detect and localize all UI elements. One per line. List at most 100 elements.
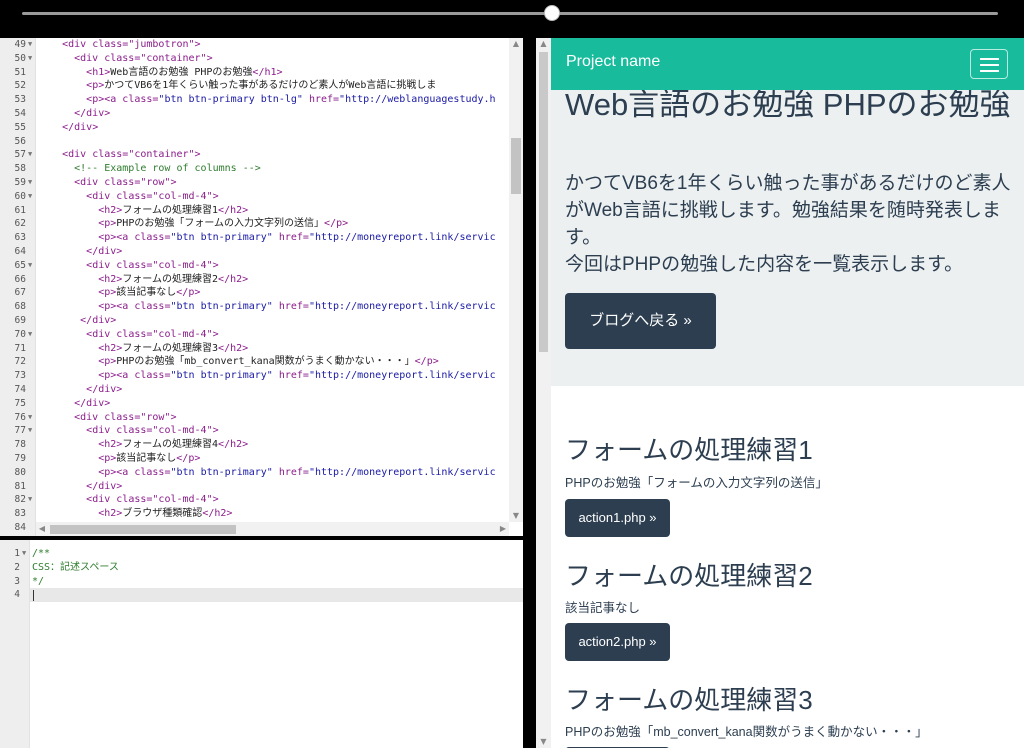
code-line[interactable]: 83 <h2>ブラウザ種類確認</h2> [0, 507, 510, 521]
code-line[interactable]: 4 [0, 588, 510, 602]
fold-arrow-icon[interactable]: ▼ [28, 259, 32, 273]
code-token: href= [272, 301, 309, 313]
fold-arrow-icon[interactable]: ▼ [22, 547, 26, 561]
code-text: <p>PHPのお勉強「mb_convert_kana関数がうまく動かない・・・」… [38, 355, 439, 369]
code-token: "btn btn-primary" [170, 301, 273, 313]
code-line[interactable]: 80 <p><a class="btn btn-primary" href="h… [0, 466, 510, 480]
code-token: <p> [86, 80, 105, 92]
code-line[interactable]: 55 </div> [0, 121, 510, 135]
scroll-down-icon[interactable]: ▼ [536, 736, 551, 748]
line-number: 58 [14, 163, 26, 175]
code-line[interactable]: 54 </div> [0, 107, 510, 121]
html-editor-horizontal-scrollbar[interactable]: ◀ ▶ [36, 522, 509, 536]
code-line[interactable]: 2 CSS：記述スペース [0, 561, 510, 575]
fold-arrow-icon[interactable]: ▼ [28, 328, 32, 342]
code-token: </p> [176, 287, 201, 299]
line-number: 61 [14, 204, 26, 216]
split-slider-track[interactable] [22, 12, 998, 15]
code-line[interactable]: 58 <!-- Example row of columns --> [0, 162, 510, 176]
code-line[interactable]: 49 ▼ <div class="jumbotron"> [0, 38, 510, 52]
line-number: 73 [14, 370, 26, 382]
fold-arrow-icon[interactable]: ▼ [28, 493, 32, 507]
scroll-thumb[interactable] [511, 138, 521, 194]
fold-arrow-icon[interactable]: ▼ [28, 176, 32, 190]
code-line[interactable]: 74 </div> [0, 383, 510, 397]
fold-arrow-icon[interactable]: ▼ [28, 38, 32, 52]
code-line[interactable]: 64 </div> [0, 245, 510, 259]
code-line[interactable]: 77 ▼ <div class="col-md-4"> [0, 424, 510, 438]
html-editor-vertical-scrollbar[interactable]: ▲ ▼ [509, 38, 523, 522]
code-line[interactable]: 63 <p><a class="btn btn-primary" href="h… [0, 231, 510, 245]
code-line[interactable]: 79 <p>該当記事なし</p> [0, 452, 510, 466]
scroll-up-icon[interactable]: ▲ [509, 38, 523, 50]
code-line[interactable]: 60 ▼ <div class="col-md-4"> [0, 190, 510, 204]
code-line[interactable]: 3 */ [0, 575, 510, 589]
split-slider-handle[interactable] [544, 5, 560, 21]
scroll-up-icon[interactable]: ▲ [536, 38, 551, 50]
fold-arrow-icon[interactable]: ▼ [28, 424, 32, 438]
code-line[interactable]: 78 <h2>フォームの処理練習4</h2> [0, 438, 510, 452]
fold-arrow-icon[interactable]: ▼ [28, 148, 32, 162]
code-line[interactable]: 75 </div> [0, 397, 510, 411]
scroll-right-icon[interactable]: ▶ [497, 522, 509, 536]
scroll-thumb[interactable] [50, 525, 236, 534]
code-line[interactable]: 50 ▼ <div class="container"> [0, 52, 510, 66]
css-editor[interactable]: 1 ▼ /** 2 CSS：記述スペース 3 */ 4 [0, 540, 523, 748]
code-line[interactable]: 70 ▼ <div class="col-md-4"> [0, 328, 510, 342]
fold-arrow-icon[interactable]: ▼ [28, 52, 32, 66]
line-number: 70 [14, 328, 26, 340]
hamburger-menu-button[interactable] [970, 49, 1008, 79]
code-text: <div class="row"> [38, 411, 176, 425]
code-line[interactable]: 66 <h2>フォームの処理練習2</h2> [0, 273, 510, 287]
code-line[interactable]: 57 ▼ <div class="container"> [0, 148, 510, 162]
line-number: 78 [14, 439, 26, 451]
code-line[interactable]: 51 <h1>Web言語のお勉強 PHPのお勉強</h1> [0, 66, 510, 80]
fold-arrow-icon[interactable]: ▼ [28, 190, 32, 204]
code-line[interactable]: 61 <h2>フォームの処理練習1</h2> [0, 204, 510, 218]
code-line[interactable]: 73 <p><a class="btn btn-primary" href="h… [0, 369, 510, 383]
code-text: <div class="col-md-4"> [38, 259, 218, 273]
line-number: 75 [14, 397, 26, 409]
action1-button[interactable]: action1.php » [565, 499, 670, 537]
jumbotron: Web言語のお勉強 PHPのお勉強 かつてVB6を1年くらい触った事があるだけの… [551, 87, 1024, 386]
line-number: 59 [14, 177, 26, 188]
code-text: <h1>Web言語のお勉強 PHPのお勉強</h1> [38, 66, 282, 80]
code-line[interactable]: 67 <p>該当記事なし</p> [0, 286, 510, 300]
code-line[interactable]: 56 [0, 135, 510, 149]
code-line[interactable]: 53 <p><a class="btn btn-primary btn-lg" … [0, 93, 510, 107]
code-token: <p><a class= [98, 301, 171, 313]
code-line[interactable]: 72 <p>PHPのお勉強「mb_convert_kana関数がうまく動かない・… [0, 355, 510, 369]
code-line[interactable]: 52 <p>かつてVB6を1年くらい触った事があるだけのど素人がWeb言語に挑戦… [0, 79, 510, 93]
scroll-thumb[interactable] [539, 52, 548, 352]
feature-heading: フォームの処理練習1 [565, 435, 813, 465]
code-line[interactable]: 1 ▼ /** [0, 547, 510, 561]
code-line[interactable]: 68 <p><a class="btn btn-primary" href="h… [0, 300, 510, 314]
action2-button[interactable]: action2.php » [565, 623, 670, 661]
back-to-blog-button[interactable]: ブログへ戻る » [565, 293, 716, 349]
code-line[interactable]: 76 ▼ <div class="row"> [0, 411, 510, 425]
code-line[interactable]: 71 <h2>フォームの処理練習3</h2> [0, 342, 510, 356]
code-token: <p> [98, 287, 117, 299]
scroll-left-icon[interactable]: ◀ [36, 522, 48, 536]
code-line[interactable]: 62 <p>PHPのお勉強「フォームの入力文字列の送信」</p> [0, 217, 510, 231]
code-line[interactable]: 82 ▼ <div class="col-md-4"> [0, 493, 510, 507]
code-line[interactable]: 59 ▼ <div class="row"> [0, 176, 510, 190]
preview-scrollbar[interactable]: ▲ ▼ [536, 38, 551, 748]
code-token: <div class="jumbotron"> [62, 39, 201, 50]
navbar-brand[interactable]: Project name [566, 53, 660, 71]
code-text: </div> [38, 383, 122, 397]
scroll-down-icon[interactable]: ▼ [509, 510, 523, 522]
code-line[interactable]: 81 </div> [0, 480, 510, 494]
fold-arrow-icon[interactable]: ▼ [28, 411, 32, 425]
code-token: </div> [74, 397, 111, 409]
line-number: 67 [14, 287, 26, 299]
code-line[interactable]: 69 </div> [0, 314, 510, 328]
navbar: Project name [551, 38, 1024, 90]
html-editor[interactable]: 49 ▼ <div class="jumbotron"> 50 ▼ <div clas… [0, 38, 523, 536]
code-line[interactable]: 65 ▼ <div class="col-md-4"> [0, 259, 510, 273]
